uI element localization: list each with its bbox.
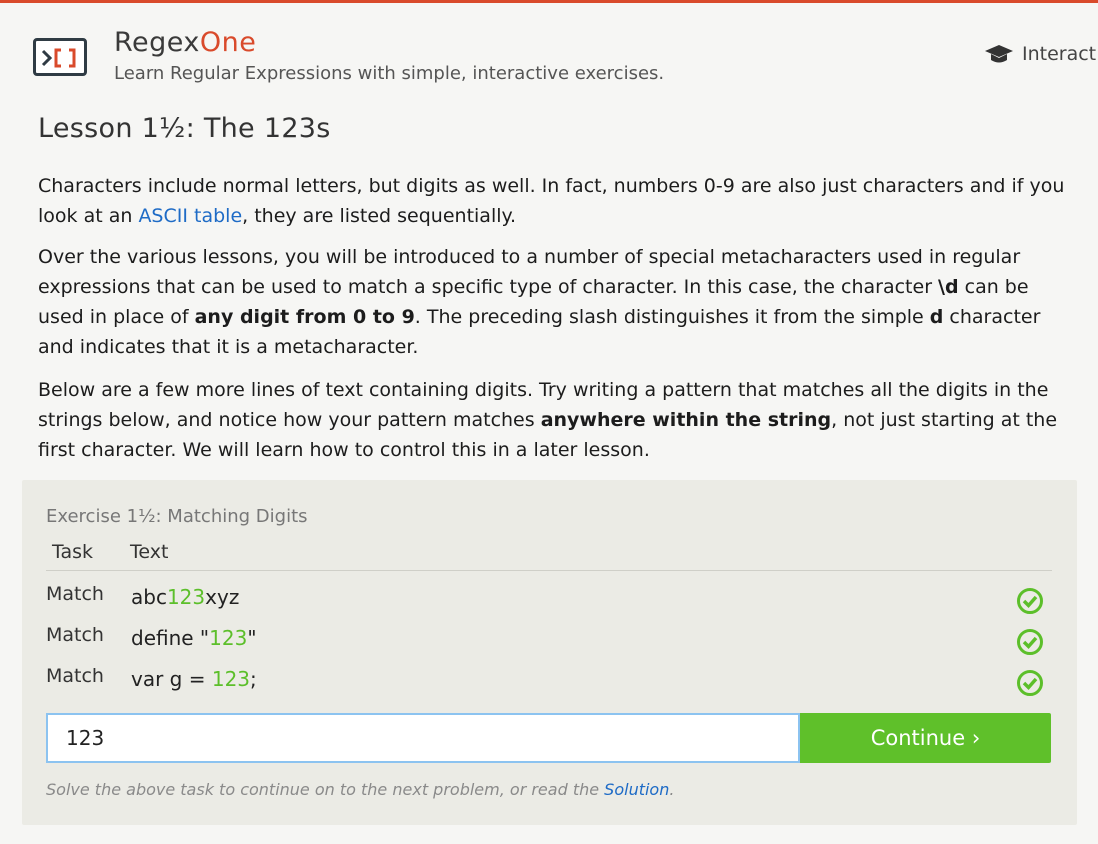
row-text: abc123xyz [131, 585, 239, 609]
text-pre: define " [131, 626, 210, 650]
row-text: define "123" [131, 626, 257, 650]
exercise-row: Match var g = 123; [46, 665, 1052, 699]
nav-interactive-tutorial[interactable]: Interact [984, 43, 1096, 65]
row-text: var g = 123; [131, 667, 257, 691]
hint-end: . [669, 780, 675, 799]
regexone-logo-icon[interactable] [33, 38, 87, 76]
text-post: " [247, 626, 257, 650]
check-circle-icon [1017, 629, 1043, 655]
lesson-title: Lesson 1½: The 123s [38, 113, 331, 144]
p1-text-b: , they are listed sequentially. [242, 205, 517, 227]
text-match: 123 [166, 585, 206, 609]
p2-bold-d: d [929, 306, 944, 328]
row-task: Match [46, 665, 104, 687]
exercise-row: Match define "123" [46, 624, 1052, 658]
exercise-row: Match abc123xyz [46, 583, 1052, 617]
lesson-content: Lesson 1½: The 123s Characters include n… [38, 113, 1068, 461]
text-pre: abc [131, 585, 167, 609]
p2-bold-any-digit: any digit from 0 to 9 [194, 306, 415, 328]
ascii-table-link[interactable]: ASCII table [138, 205, 242, 227]
check-circle-icon [1017, 588, 1043, 614]
p2-text-a: Over the various lessons, you will be in… [38, 246, 1021, 298]
site-header: RegexOne Learn Regular Expressions with … [0, 3, 1098, 103]
row-task: Match [46, 624, 104, 646]
brand-name[interactable]: RegexOne [114, 27, 256, 58]
text-post: ; [250, 667, 257, 691]
nav-interactive-label: Interact [1022, 43, 1097, 65]
column-header-text: Text [130, 541, 169, 563]
lesson-paragraph-2: Over the various lessons, you will be in… [38, 242, 1068, 362]
lesson-paragraph-1: Characters include normal letters, but d… [38, 171, 1068, 231]
p3-bold-anywhere: anywhere within the string [540, 409, 832, 431]
brand-main: Regex [114, 27, 200, 58]
hint-text: Solve the above task to continue on to t… [46, 780, 605, 799]
check-circle-icon [1017, 670, 1043, 696]
row-task: Match [46, 583, 104, 605]
header-divider [46, 570, 1052, 571]
p2-bold-metachar: \d [938, 276, 959, 298]
regex-answer-input[interactable] [46, 713, 800, 763]
tagline: Learn Regular Expressions with simple, i… [114, 63, 665, 84]
text-match: 123 [209, 626, 248, 650]
text-pre: var g = [131, 667, 212, 691]
exercise-hint: Solve the above task to continue on to t… [46, 780, 674, 799]
solution-link[interactable]: Solution [604, 780, 669, 799]
p2-text-c: . The preceding slash distinguishes it f… [414, 306, 930, 328]
column-header-task: Task [52, 541, 94, 563]
lesson-paragraph-3: Below are a few more lines of text conta… [38, 375, 1068, 465]
graduation-cap-icon [985, 45, 1013, 63]
exercise-panel: Exercise 1½: Matching Digits Task Text M… [22, 480, 1077, 825]
exercise-title: Exercise 1½: Matching Digits [46, 506, 308, 527]
continue-button[interactable]: Continue › [800, 713, 1051, 763]
text-match: 123 [211, 667, 251, 691]
brand-accent: One [199, 27, 257, 58]
text-post: xyz [205, 585, 240, 609]
